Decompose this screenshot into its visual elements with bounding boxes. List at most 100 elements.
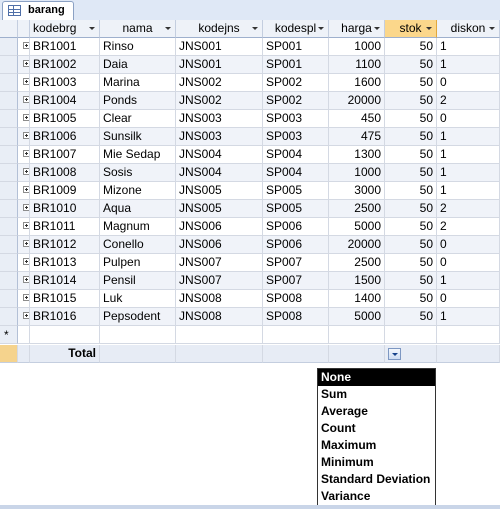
- table-row[interactable]: BR1005 Clear JNS003 SP003 450 50 0: [0, 110, 500, 128]
- total-cell[interactable]: [100, 345, 176, 363]
- cell-kodebrg[interactable]: BR1004: [30, 92, 100, 110]
- cell-kodebrg[interactable]: BR1001: [30, 38, 100, 56]
- record-selector[interactable]: [0, 308, 18, 326]
- cell-diskon[interactable]: 2: [437, 218, 500, 236]
- cell-nama[interactable]: Aqua: [100, 200, 176, 218]
- cell-harga[interactable]: 475: [329, 128, 385, 146]
- subdatasheet-expander[interactable]: [18, 128, 30, 146]
- cell-kodespl[interactable]: SP008: [263, 308, 329, 326]
- cell-diskon[interactable]: 1: [437, 272, 500, 290]
- cell-diskon[interactable]: 2: [437, 92, 500, 110]
- record-selector[interactable]: [0, 146, 18, 164]
- total-cell[interactable]: [437, 345, 500, 363]
- column-header-kodespl[interactable]: kodespl: [263, 20, 329, 38]
- subdatasheet-expander[interactable]: [18, 56, 30, 74]
- tab-barang[interactable]: barang: [2, 1, 74, 20]
- cell-nama[interactable]: Luk: [100, 290, 176, 308]
- cell-diskon[interactable]: 1: [437, 38, 500, 56]
- dropdown-option[interactable]: Standard Deviation: [318, 471, 435, 488]
- expand-plus-icon[interactable]: [23, 294, 29, 301]
- cell-diskon[interactable]: 0: [437, 110, 500, 128]
- cell-kodebrg[interactable]: BR1009: [30, 182, 100, 200]
- cell-stok[interactable]: 50: [385, 200, 437, 218]
- cell-kodespl[interactable]: SP006: [263, 218, 329, 236]
- cell-kodebrg[interactable]: BR1008: [30, 164, 100, 182]
- cell-kodebrg[interactable]: BR1010: [30, 200, 100, 218]
- cell-nama[interactable]: Conello: [100, 236, 176, 254]
- cell-diskon[interactable]: 2: [437, 200, 500, 218]
- empty-cell[interactable]: [176, 326, 263, 344]
- cell-nama[interactable]: Pepsodent: [100, 308, 176, 326]
- horizontal-scrollbar[interactable]: [0, 505, 500, 509]
- table-row[interactable]: BR1008 Sosis JNS004 SP004 1000 50 1: [0, 164, 500, 182]
- cell-harga[interactable]: 1400: [329, 290, 385, 308]
- cell-nama[interactable]: Mie Sedap: [100, 146, 176, 164]
- cell-kodejns[interactable]: JNS003: [176, 128, 263, 146]
- cell-nama[interactable]: Marina: [100, 74, 176, 92]
- cell-nama[interactable]: Sosis: [100, 164, 176, 182]
- cell-kodejns[interactable]: JNS001: [176, 56, 263, 74]
- cell-harga[interactable]: 1600: [329, 74, 385, 92]
- subdatasheet-expander[interactable]: [18, 200, 30, 218]
- cell-diskon[interactable]: 0: [437, 290, 500, 308]
- subdatasheet-expander[interactable]: [18, 236, 30, 254]
- cell-kodejns[interactable]: JNS002: [176, 74, 263, 92]
- record-selector[interactable]: [0, 128, 18, 146]
- cell-kodebrg[interactable]: BR1015: [30, 290, 100, 308]
- subdatasheet-expander[interactable]: [18, 74, 30, 92]
- cell-diskon[interactable]: 1: [437, 308, 500, 326]
- empty-cell[interactable]: [437, 326, 500, 344]
- totals-function-dropdown[interactable]: None Sum Average Count Maximum Minimum Standar…: [317, 368, 436, 506]
- column-header-stok[interactable]: stok: [385, 20, 437, 38]
- record-selector[interactable]: [0, 236, 18, 254]
- cell-stok[interactable]: 50: [385, 110, 437, 128]
- empty-cell[interactable]: [30, 326, 100, 344]
- cell-stok[interactable]: 50: [385, 218, 437, 236]
- expand-plus-icon[interactable]: [23, 132, 29, 139]
- expand-plus-icon[interactable]: [23, 78, 29, 85]
- expand-plus-icon[interactable]: [23, 222, 29, 229]
- cell-nama[interactable]: Mizone: [100, 182, 176, 200]
- cell-kodebrg[interactable]: BR1006: [30, 128, 100, 146]
- cell-kodebrg[interactable]: BR1003: [30, 74, 100, 92]
- cell-kodespl[interactable]: SP005: [263, 182, 329, 200]
- record-selector[interactable]: [0, 182, 18, 200]
- cell-kodespl[interactable]: SP007: [263, 272, 329, 290]
- sort-arrow-icon[interactable]: [426, 27, 432, 30]
- record-selector[interactable]: [0, 38, 18, 56]
- cell-nama[interactable]: Sunsilk: [100, 128, 176, 146]
- cell-harga[interactable]: 5000: [329, 308, 385, 326]
- cell-kodejns[interactable]: JNS007: [176, 272, 263, 290]
- cell-kodebrg[interactable]: BR1005: [30, 110, 100, 128]
- cell-kodebrg[interactable]: BR1011: [30, 218, 100, 236]
- column-header-harga[interactable]: harga: [329, 20, 385, 38]
- cell-harga[interactable]: 1500: [329, 272, 385, 290]
- cell-stok[interactable]: 50: [385, 146, 437, 164]
- cell-kodespl[interactable]: SP001: [263, 56, 329, 74]
- cell-kodespl[interactable]: SP003: [263, 128, 329, 146]
- cell-kodebrg[interactable]: BR1007: [30, 146, 100, 164]
- cell-kodebrg[interactable]: BR1016: [30, 308, 100, 326]
- cell-stok[interactable]: 50: [385, 74, 437, 92]
- cell-kodejns[interactable]: JNS007: [176, 254, 263, 272]
- table-row[interactable]: BR1011 Magnum JNS006 SP006 5000 50 2: [0, 218, 500, 236]
- table-row[interactable]: BR1003 Marina JNS002 SP002 1600 50 0: [0, 74, 500, 92]
- table-row[interactable]: BR1001 Rinso JNS001 SP001 1000 50 1: [0, 38, 500, 56]
- table-row[interactable]: BR1006 Sunsilk JNS003 SP003 475 50 1: [0, 128, 500, 146]
- cell-kodejns[interactable]: JNS008: [176, 308, 263, 326]
- empty-cell[interactable]: [329, 326, 385, 344]
- totals-row-selector[interactable]: [0, 345, 18, 363]
- cell-kodejns[interactable]: JNS004: [176, 164, 263, 182]
- table-row[interactable]: BR1013 Pulpen JNS007 SP007 2500 50 0: [0, 254, 500, 272]
- subdatasheet-expander[interactable]: [18, 146, 30, 164]
- cell-stok[interactable]: 50: [385, 272, 437, 290]
- cell-harga[interactable]: 1000: [329, 164, 385, 182]
- cell-stok[interactable]: 50: [385, 128, 437, 146]
- table-row[interactable]: BR1007 Mie Sedap JNS004 SP004 1300 50 1: [0, 146, 500, 164]
- subdatasheet-expander[interactable]: [18, 308, 30, 326]
- table-row[interactable]: BR1016 Pepsodent JNS008 SP008 5000 50 1: [0, 308, 500, 326]
- cell-nama[interactable]: Daia: [100, 56, 176, 74]
- cell-harga[interactable]: 1000: [329, 38, 385, 56]
- record-selector[interactable]: [0, 74, 18, 92]
- table-row[interactable]: BR1004 Ponds JNS002 SP002 20000 50 2: [0, 92, 500, 110]
